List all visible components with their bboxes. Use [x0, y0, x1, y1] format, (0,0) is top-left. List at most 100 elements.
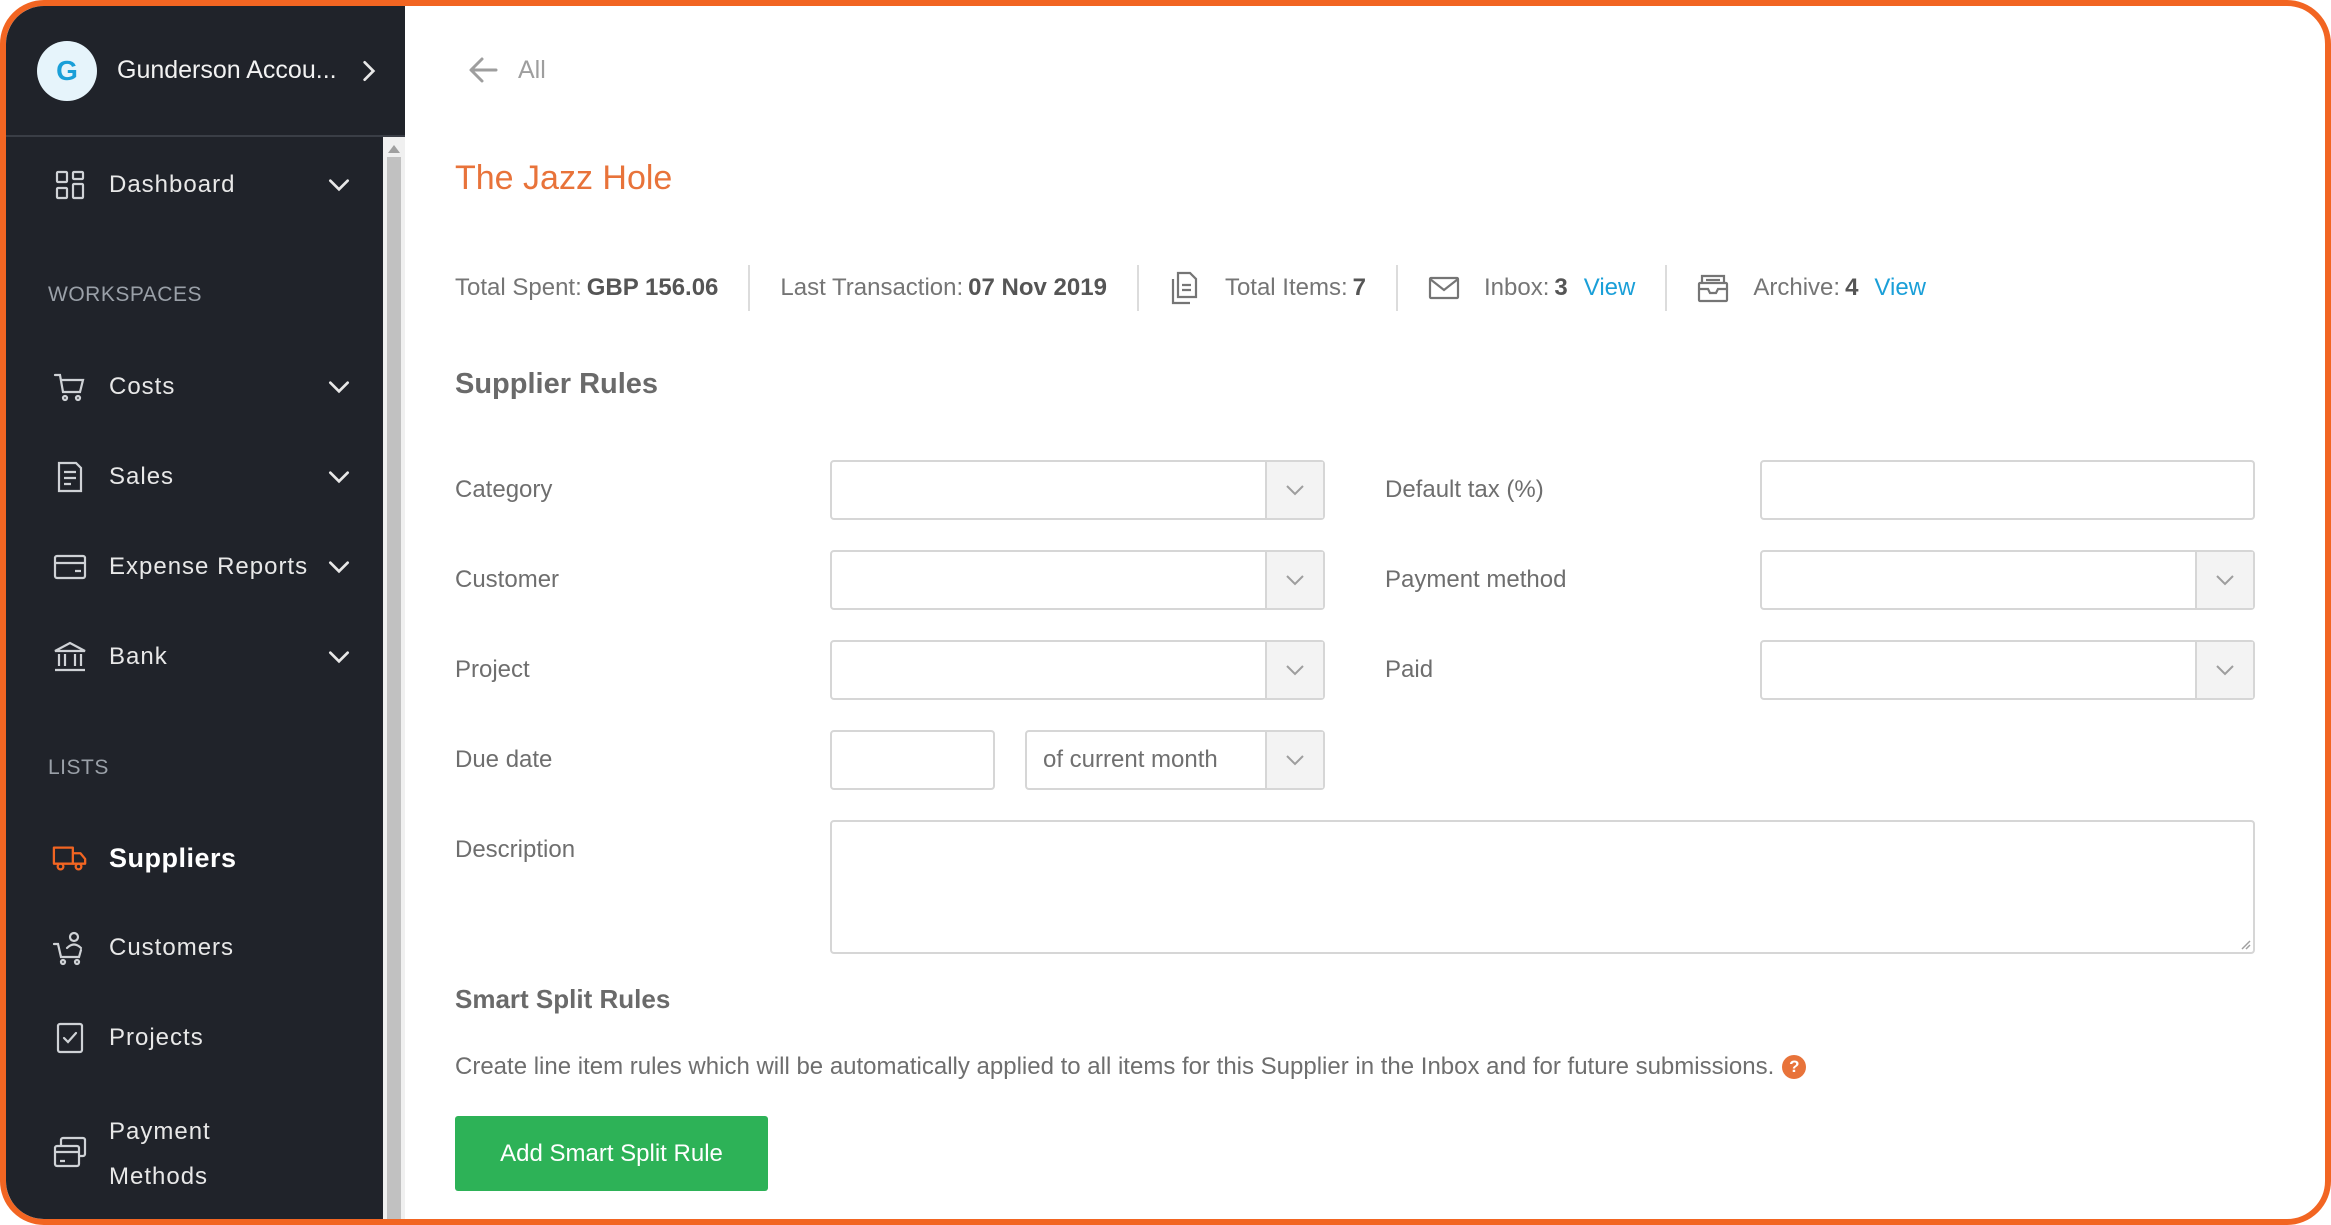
bank-icon	[52, 639, 88, 675]
account-switcher[interactable]: G Gunderson Accou...	[6, 6, 405, 137]
total-spent-label: Total Spent:	[455, 274, 582, 301]
inbox-value: 3	[1554, 274, 1568, 301]
payment-icon	[52, 1135, 88, 1171]
chevron-right-icon	[363, 60, 376, 82]
sidebar-item-expense-reports[interactable]: Expense Reports	[6, 537, 383, 597]
arrow-left-icon	[469, 57, 498, 83]
customer-select[interactable]	[830, 550, 1325, 610]
archive-icon	[1697, 271, 1731, 305]
project-label: Project	[455, 656, 530, 683]
due-date-input[interactable]	[830, 730, 995, 790]
scrollbar-thumb[interactable]	[387, 157, 401, 1219]
total-items: Total Items: 7	[1169, 271, 1366, 305]
total-spent-value: GBP 156.06	[586, 274, 719, 301]
smart-split-description-text: Create line item rules which will be aut…	[455, 1053, 1775, 1080]
help-icon[interactable]: ?	[1782, 1055, 1807, 1079]
card-icon	[52, 549, 88, 585]
sidebar-item-label: Bank	[109, 643, 168, 670]
sidebar-item-projects[interactable]: Projects	[6, 1008, 383, 1068]
description-label: Description	[455, 836, 576, 863]
sidebar-item-label: Sales	[109, 463, 175, 490]
sidebar-item-suppliers[interactable]: Suppliers	[6, 828, 383, 888]
dashboard-icon	[52, 167, 88, 203]
payment-methods-line-2: Methods	[109, 1163, 209, 1190]
customer-cart-icon	[52, 930, 88, 966]
sidebar-item-label: Costs	[109, 373, 176, 400]
supplier-rules-heading: Supplier Rules	[455, 368, 659, 400]
section-title-workspaces: WORKSPACES	[48, 283, 202, 306]
add-smart-split-rule-button[interactable]: Add Smart Split Rule	[455, 1116, 768, 1191]
last-transaction-label: Last Transaction:	[780, 274, 964, 301]
checklist-icon	[52, 1020, 88, 1056]
document-icon	[52, 459, 88, 495]
sidebar-item-label: Projects	[109, 1024, 204, 1051]
category-select[interactable]	[830, 460, 1325, 520]
avatar: G	[37, 40, 97, 101]
sidebar-item-label: Suppliers	[109, 842, 237, 873]
chevron-down-icon[interactable]	[1265, 642, 1323, 698]
sidebar-item-payment-methods[interactable]: Payment Methods	[6, 1118, 383, 1190]
sidebar: G Gunderson Accou... Dashboard WORKSPACE…	[6, 6, 405, 1219]
chevron-down-icon[interactable]	[1265, 552, 1323, 608]
sidebar-item-label: Expense Reports	[109, 553, 309, 580]
smart-split-heading: Smart Split Rules	[455, 984, 671, 1014]
scroll-up-icon[interactable]	[388, 145, 400, 153]
section-title-lists: LISTS	[48, 756, 109, 779]
default-tax-label: Default tax (%)	[1385, 476, 1544, 503]
total-items-value: 7	[1352, 274, 1367, 301]
chevron-down-icon[interactable]	[2195, 552, 2253, 608]
chevron-down-icon[interactable]	[1265, 732, 1323, 788]
chevron-down-icon	[328, 471, 350, 484]
archive-value: 4	[1845, 274, 1859, 301]
last-transaction-value: 07 Nov 2019	[968, 274, 1107, 301]
due-date-label: Due date	[455, 746, 553, 773]
payment-method-label: Payment method	[1385, 566, 1567, 593]
divider	[1136, 265, 1139, 311]
sidebar-item-costs[interactable]: Costs	[6, 357, 383, 417]
documents-icon	[1169, 271, 1203, 305]
sidebar-item-dashboard[interactable]: Dashboard	[6, 155, 383, 215]
total-items-label: Total Items:	[1224, 274, 1348, 301]
cart-icon	[52, 369, 88, 405]
last-transaction: Last Transaction: 07 Nov 2019	[780, 274, 1107, 302]
project-select[interactable]	[830, 640, 1325, 700]
due-date-period-select[interactable]: of current month	[1025, 730, 1325, 790]
supplier-stats: Total Spent: GBP 156.06 Last Transaction…	[455, 265, 1926, 311]
default-tax-input[interactable]	[1760, 460, 2255, 520]
truck-icon	[52, 840, 88, 876]
category-label: Category	[455, 476, 553, 503]
sidebar-item-bank[interactable]: Bank	[6, 627, 383, 687]
paid-select[interactable]	[1760, 640, 2255, 700]
divider	[748, 265, 751, 311]
chevron-down-icon	[328, 651, 350, 664]
app-window: G Gunderson Accou... Dashboard WORKSPACE…	[0, 0, 2331, 1225]
archive-view-link[interactable]: View	[1874, 274, 1926, 302]
divider	[1665, 265, 1668, 311]
sidebar-item-label: Payment Methods	[109, 1109, 211, 1199]
archive-stat: Archive: 4 View	[1697, 271, 1926, 305]
inbox-stat: Inbox: 3 View	[1428, 271, 1635, 305]
sidebar-item-customers[interactable]: Customers	[6, 918, 383, 978]
divider	[1396, 265, 1399, 311]
smart-split-description: Create line item rules which will be aut…	[455, 1053, 1807, 1081]
sidebar-item-sales[interactable]: Sales	[6, 447, 383, 507]
mail-icon	[1428, 271, 1462, 305]
sidebar-item-label: Customers	[109, 934, 235, 961]
chevron-down-icon	[328, 381, 350, 394]
inbox-view-link[interactable]: View	[1584, 274, 1636, 302]
description-textarea[interactable]	[830, 820, 2255, 954]
resize-handle-icon[interactable]	[2239, 938, 2251, 950]
customer-label: Customer	[455, 566, 560, 593]
total-spent: Total Spent: GBP 156.06	[455, 274, 718, 302]
chevron-down-icon[interactable]	[2195, 642, 2253, 698]
due-date-period-value: of current month	[1043, 746, 1218, 773]
payment-method-select[interactable]	[1760, 550, 2255, 610]
inbox-label: Inbox:	[1484, 274, 1550, 301]
sidebar-item-label: Dashboard	[109, 171, 236, 198]
archive-label: Archive:	[1753, 274, 1841, 301]
chevron-down-icon[interactable]	[1265, 462, 1323, 518]
paid-label: Paid	[1385, 656, 1434, 683]
chevron-down-icon	[328, 179, 350, 192]
account-name: Gunderson Accou...	[117, 56, 337, 84]
back-link[interactable]: All	[466, 52, 546, 88]
